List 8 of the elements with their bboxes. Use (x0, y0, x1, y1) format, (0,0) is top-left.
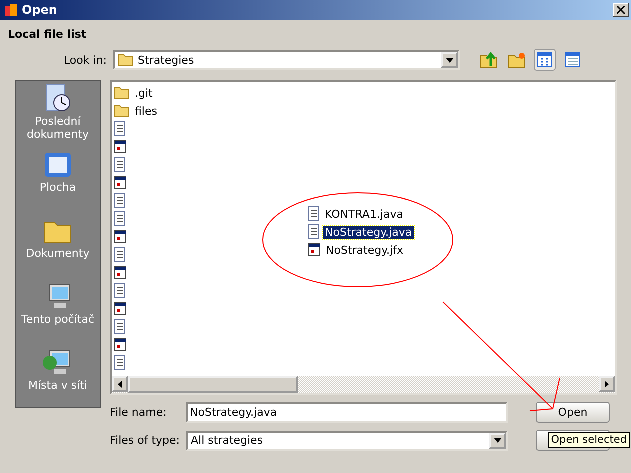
file-type-value: All strategies (191, 434, 264, 447)
section-heading: Local file list (8, 28, 88, 41)
look-in-value: Strategies (138, 54, 194, 66)
file-name-label: File name: (110, 406, 168, 419)
look-in-label: Look in: (64, 54, 107, 66)
window-title: Open (22, 3, 58, 17)
tooltip: Open selected (548, 432, 630, 448)
file-type-label: Files of type: (110, 434, 182, 447)
